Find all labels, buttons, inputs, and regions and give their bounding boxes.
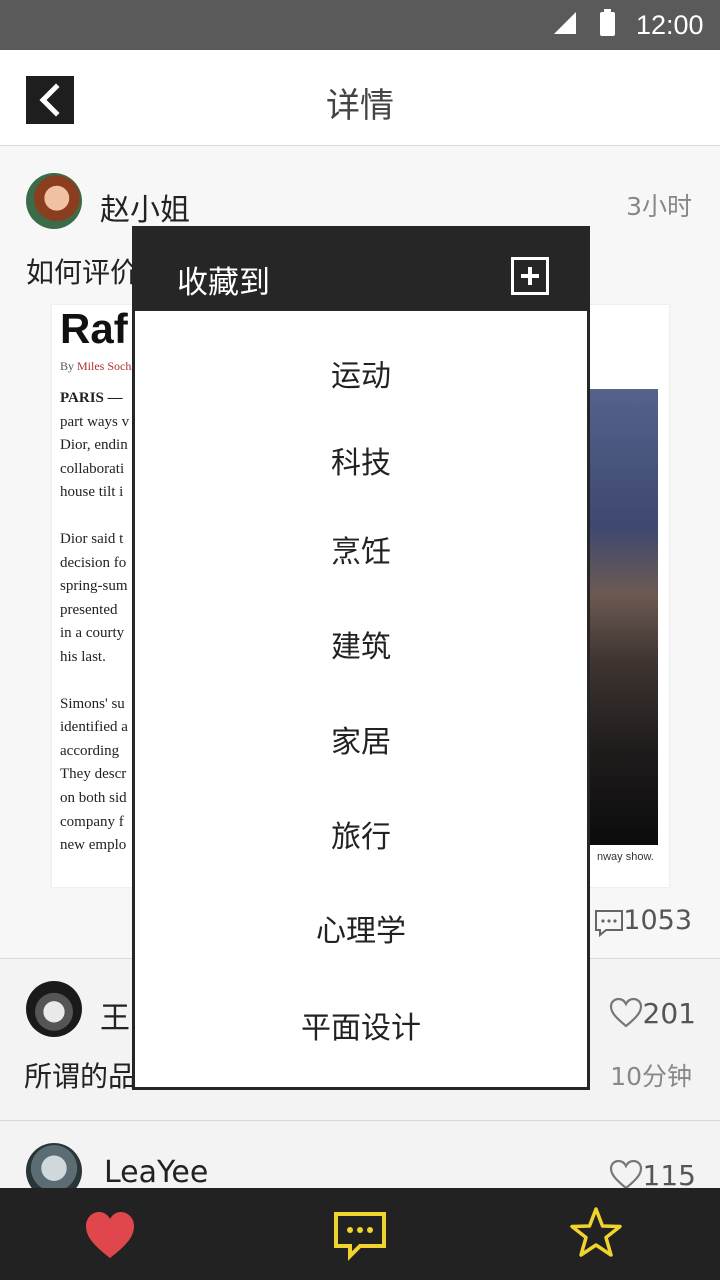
- photo-caption: nway show.: [597, 851, 654, 863]
- avatar[interactable]: [26, 981, 82, 1037]
- page-title: 详情: [326, 86, 394, 126]
- list-item[interactable]: LeaYee 115: [0, 1120, 720, 1199]
- dialog-header: 收藏到: [135, 229, 587, 311]
- list-username[interactable]: LeaYee: [104, 1155, 208, 1190]
- comment-count: 1053: [623, 905, 692, 936]
- folder-option[interactable]: 烹饪: [135, 527, 587, 571]
- dialog-title: 收藏到: [177, 265, 270, 301]
- article-byline: By Miles Socha: [60, 359, 137, 373]
- folder-option[interactable]: 科技: [135, 438, 587, 482]
- bottom-bar: [0, 1188, 720, 1280]
- folder-option[interactable]: 运动: [135, 351, 587, 395]
- list-excerpt: 所谓的品: [24, 1060, 137, 1093]
- top-header: 详情: [0, 50, 720, 146]
- heart-outline-icon[interactable]: [609, 1159, 643, 1191]
- folder-option[interactable]: 建筑: [135, 622, 587, 666]
- status-time: 12:00: [636, 10, 704, 40]
- avatar[interactable]: [26, 173, 82, 229]
- list-time: 10分钟: [610, 1062, 692, 1091]
- signal-icon: [554, 12, 576, 34]
- star-icon[interactable]: [566, 1206, 626, 1262]
- post-question[interactable]: 如何评价: [26, 251, 138, 291]
- folder-option[interactable]: 平面设计: [135, 1003, 587, 1047]
- folder-option[interactable]: 心理学: [135, 906, 587, 950]
- list-username[interactable]: 王: [100, 993, 130, 1037]
- battery-icon: [600, 9, 615, 36]
- post-time: 3小时: [626, 192, 692, 221]
- folder-option[interactable]: 旅行: [135, 812, 587, 856]
- collect-dialog: 收藏到 运动 科技 烹饪 建筑 家居 旅行 心理学 平面设计: [132, 226, 590, 1090]
- post-username[interactable]: 赵小姐: [100, 185, 190, 229]
- comment-icon[interactable]: [594, 909, 624, 937]
- status-bar: 12:00: [0, 0, 720, 50]
- heart-outline-icon[interactable]: [609, 997, 643, 1029]
- add-folder-button[interactable]: [511, 257, 549, 295]
- like-count: 201: [642, 997, 696, 1030]
- folder-option[interactable]: 家居: [135, 717, 587, 761]
- comment-icon[interactable]: [330, 1206, 390, 1262]
- heart-icon[interactable]: [80, 1206, 140, 1262]
